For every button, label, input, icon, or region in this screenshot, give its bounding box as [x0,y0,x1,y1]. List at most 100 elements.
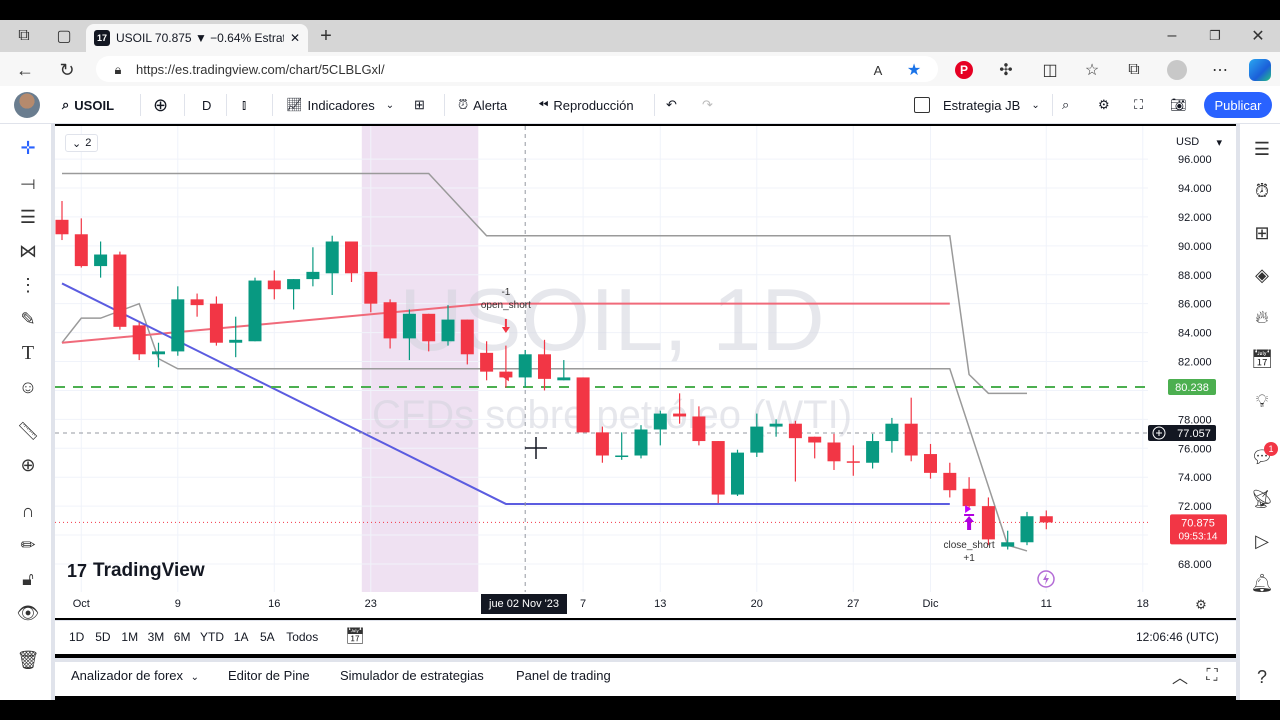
interval-button[interactable]: D [202,86,211,124]
lock-drawing-icon[interactable]: ✏ [14,531,42,559]
indicators-collapse-button[interactable]: ⌄ 2 [65,134,99,152]
broadcast-play-icon[interactable]: ▷ [1246,526,1278,556]
brush-icon[interactable]: ✎ [14,305,42,333]
candle-body [74,234,88,267]
tab-forex-analyzer[interactable]: Analizador de forex ⌄ [71,668,199,683]
extensions-icon[interactable]: ✣ [996,60,1016,80]
candle-body [364,271,378,304]
new-tab-icon[interactable]: + [316,25,336,47]
tab-strategy-tester[interactable]: Simulador de estrategias [340,668,484,683]
range-button-5d[interactable]: 5D [95,630,110,644]
layout-button[interactable]: Estrategia JB ⌄ [914,86,1040,124]
alerts-clock-icon[interactable]: ⏰︎ [1246,176,1278,206]
chat-icon[interactable]: 💬︎ 1 [1246,442,1278,472]
tab-actions-icon[interactable]: ▢ [54,26,74,46]
pattern-icon[interactable]: ⋈ [14,237,42,265]
currency-selector[interactable]: USD ▾ [1170,132,1228,152]
ruler-icon[interactable]: 📏︎ [14,417,42,445]
candles-chart-type-icon[interactable]: ⫾ [242,86,246,124]
text-tool-icon[interactable]: T [14,339,42,367]
user-avatar[interactable] [14,92,40,118]
divider [184,94,185,116]
magnet-icon[interactable]: ∩ [14,497,42,525]
profile-avatar[interactable] [1167,60,1187,80]
redo-icon[interactable]: ↷ [702,86,713,124]
range-button-1a[interactable]: 1A [234,630,249,644]
copilot-icon[interactable] [1249,59,1271,81]
fullscreen-icon[interactable]: ⛶ [1134,86,1143,124]
read-aloud-icon[interactable]: A [868,60,888,80]
add-list-icon[interactable]: ⊞ [1246,218,1278,248]
layers-icon[interactable]: ◈ [1246,260,1278,290]
range-button-6m[interactable]: 6M [174,630,191,644]
minimize-icon[interactable]: – [1162,26,1182,46]
collapse-panel-icon[interactable]: ︿ [1170,666,1190,687]
close-window-icon[interactable]: ✕ [1248,26,1268,46]
axis-settings-icon[interactable]: ⚙ [1192,596,1210,614]
workspaces-icon[interactable]: ⧉ [14,26,34,46]
compare-symbol-icon[interactable]: ⊕ [153,86,168,124]
quick-search-icon[interactable]: ⌕ [1062,86,1069,124]
more-icon[interactable]: ⋯ [1210,60,1230,80]
range-button-1m[interactable]: 1M [121,630,138,644]
range-button-3m[interactable]: 3M [148,630,165,644]
price-tick-label: 74.000 [1178,472,1212,484]
collections-icon[interactable]: ⧉ [1124,60,1144,80]
indicators-button[interactable]: 📈︎ Indicadores ⌄ [286,86,394,124]
visibility-eye-icon[interactable]: 👁︎ [14,599,42,627]
templates-icon[interactable]: ⊞ [414,86,425,124]
fib-retracement-icon[interactable]: ☰ [14,203,42,231]
range-button-5a[interactable]: 5A [260,630,275,644]
maximize-panel-icon[interactable]: ⛶ [1202,666,1222,686]
close-tab-icon[interactable]: ✕ [290,31,300,45]
ideas-lightbulb-icon[interactable]: 💡︎ [1246,386,1278,416]
time-tick-label: Oct [72,598,90,610]
url-field[interactable]: https://es.tradingview.com/chart/5CLBLGx… [96,56,938,82]
refresh-icon[interactable]: ↻ [56,59,78,81]
crosshair-icon[interactable]: ✛ [14,134,42,162]
undo-icon[interactable]: ↶ [666,86,677,124]
price-chart[interactable]: USOIL, 1DCFDs sobre petróleo (WTI)-1open… [55,126,1236,592]
range-button-ytd[interactable]: YTD [200,630,224,644]
open-short-label: open_short [481,300,531,311]
utc-clock[interactable]: 12:06:46 (UTC) [1136,630,1219,644]
trash-icon[interactable]: 🗑︎ [14,646,42,674]
back-icon[interactable]: ← [14,59,36,81]
candle-body [538,354,551,379]
crosshair-date-label: jue 02 Nov '23 [481,594,567,614]
unlock-icon[interactable]: 🔓︎ [14,565,42,593]
watchlist-icon[interactable]: ☰ [1246,134,1278,164]
forecast-icon[interactable]: ⋮ [14,271,42,299]
price-tick-label: 72.000 [1178,501,1212,513]
range-button-todos[interactable]: Todos [286,630,318,644]
range-button-1d[interactable]: 1D [69,630,84,644]
strategy-level-value: 80.238 [1175,382,1209,394]
chart-pane[interactable]: USOIL, 1D CFDs sobre petróleo (WTI) -1 open… [55,126,1236,592]
tab-pine-editor[interactable]: Editor de Pine [228,668,310,683]
settings-gear-icon[interactable]: ⚙ [1098,86,1110,124]
lock-icon[interactable]: 🔒︎ [108,60,128,80]
go-to-date-calendar-icon[interactable]: 📅︎ [344,626,366,646]
calendar-icon[interactable]: 📅︎ [1246,344,1278,374]
time-axis[interactable] [55,592,1236,618]
pinterest-icon[interactable]: P [955,61,973,79]
favorites-icon[interactable]: ☆ [1082,60,1102,80]
snapshot-camera-icon[interactable]: 📷︎ [1170,86,1187,124]
replay-button[interactable]: ⏪︎ Reproducción [538,86,634,124]
alert-button[interactable]: ⏰︎ Alerta [458,86,507,124]
hotlists-flame-icon[interactable]: 🔥︎ [1246,302,1278,332]
help-icon[interactable]: ? [1246,662,1278,692]
symbol-search-button[interactable]: ⌕ USOIL [62,86,114,124]
trend-line-icon[interactable]: ⟞ [14,169,42,197]
zoom-in-icon[interactable]: ⊕ [14,451,42,479]
split-screen-icon[interactable]: ◫ [1040,60,1060,80]
browser-tab[interactable]: 17 USOIL 70.875 ▼ −0.64% Estrateg ✕ [86,24,308,52]
streams-icon[interactable]: 📡︎ [1246,484,1278,514]
tab-trading-panel[interactable]: Panel de trading [516,668,611,683]
tradingview-logo[interactable]: 17 TradingView [67,560,205,582]
emoji-icon[interactable]: ☺ [14,373,42,401]
publish-button[interactable]: Publicar [1204,92,1272,118]
notifications-bell-icon[interactable]: 🔔︎ [1246,568,1278,598]
favorite-star-icon[interactable]: ★ [904,60,924,80]
restore-icon[interactable]: ❐ [1205,26,1225,46]
